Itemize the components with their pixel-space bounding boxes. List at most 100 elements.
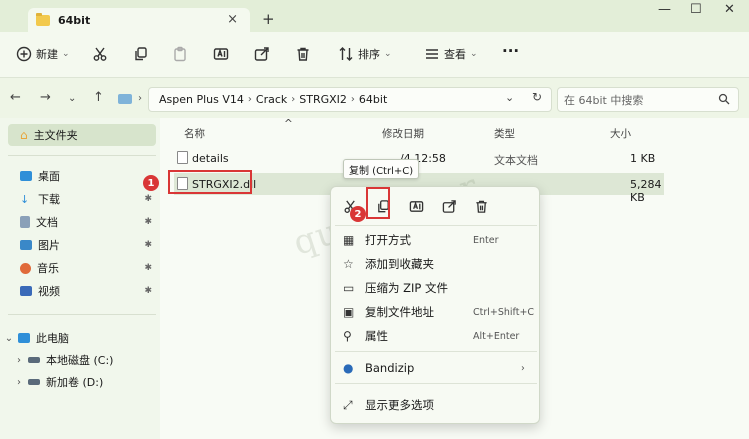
address-bar[interactable]: Aspen Plus V14 › Crack › STRGXI2 › 64bit (148, 87, 552, 112)
column-header-name[interactable]: 名称 (184, 126, 205, 141)
chevron-right-icon: › (291, 94, 296, 105)
copy-button[interactable] (133, 46, 149, 62)
menu-item-bandizip[interactable]: ● Bandizip › (331, 357, 541, 379)
navigation-pane: ⌂ 主文件夹 桌面 ↓ 下载 ✱ 文档 ✱ 图片 ✱ 音乐 ✱ 视频 ✱ ⌄ 此… (0, 118, 160, 439)
crumb-1[interactable]: Crack (256, 93, 287, 106)
tab-title: 64bit (58, 13, 91, 27)
tree-item-this-pc[interactable]: ⌄ 此电脑 (0, 328, 160, 348)
column-header-type[interactable]: 类型 (494, 126, 515, 141)
pin-icon[interactable]: ✱ (144, 263, 152, 273)
zip-icon: ▭ (343, 281, 355, 295)
sidebar-item-videos[interactable]: 视频 ✱ (8, 281, 156, 301)
menu-item-properties[interactable]: ⚲ 属性 Alt+Enter (331, 325, 541, 347)
pin-icon[interactable]: ✱ (144, 194, 152, 204)
file-name: details (192, 152, 229, 165)
share-action[interactable] (442, 199, 457, 217)
pin-icon[interactable]: ✱ (144, 217, 152, 227)
copy-icon (135, 47, 147, 61)
more-button[interactable]: ··· (502, 42, 519, 60)
menu-item-open-with[interactable]: ▦ 打开方式 Enter (331, 229, 541, 251)
rename-button[interactable] (213, 46, 229, 62)
crumb-0[interactable]: Aspen Plus V14 (159, 93, 244, 106)
delete-action[interactable] (474, 199, 489, 217)
title-bar: 64bit × + — ☐ ✕ (0, 0, 749, 32)
folder-nav-icon (118, 94, 132, 104)
paste-button[interactable] (172, 46, 188, 62)
divider (335, 351, 537, 352)
sidebar-item-documents[interactable]: 文档 ✱ (8, 212, 156, 232)
clipboard-icon (174, 46, 186, 62)
sidebar-item-downloads[interactable]: ↓ 下载 ✱ (8, 189, 156, 209)
step-badge-1: 1 (143, 175, 159, 191)
file-size: 1 KB (630, 152, 656, 165)
new-label: 新建 (36, 48, 58, 61)
new-tab-button[interactable]: + (262, 10, 275, 28)
rename-icon (213, 48, 229, 60)
tree-label: 新加卷 (D:) (46, 376, 104, 389)
divider (335, 383, 537, 384)
open-with-icon: ▦ (343, 233, 355, 247)
search-input[interactable]: 在 64bit 中搜索 (557, 87, 739, 112)
sidebar-home-label: 主文件夹 (33, 129, 78, 142)
close-window-icon[interactable]: ✕ (724, 2, 735, 17)
sidebar-item-music[interactable]: 音乐 ✱ (8, 258, 156, 278)
menu-item-label: Bandizip (365, 361, 415, 375)
share-button[interactable] (254, 46, 270, 62)
tree-label: 本地磁盘 (C:) (46, 354, 114, 367)
copy-path-icon: ▣ (343, 305, 355, 319)
forward-icon[interactable]: → (40, 90, 51, 105)
rename-action[interactable] (409, 199, 424, 217)
pin-icon[interactable]: ✱ (144, 286, 152, 296)
more-options-icon: ⤢ (343, 397, 353, 412)
menu-item-label: 属性 (365, 329, 388, 343)
column-header-size[interactable]: 大小 (610, 126, 631, 141)
divider (8, 314, 156, 315)
minimize-icon[interactable]: — (658, 2, 671, 17)
view-list-icon (426, 49, 438, 59)
chevron-right-icon: › (247, 94, 252, 105)
chevron-right-icon: › (350, 94, 355, 105)
menu-item-label: 复制文件地址 (365, 305, 434, 319)
tree-item-drive-c[interactable]: › 本地磁盘 (C:) (0, 350, 160, 370)
up-icon[interactable]: ↑ (93, 90, 104, 105)
recent-chevron-icon[interactable]: ⌄ (68, 93, 76, 104)
drive-icon (28, 357, 40, 363)
view-button[interactable]: 查看 ⌄ (424, 46, 478, 62)
step-badge-2: 2 (350, 206, 366, 222)
menu-item-more-options[interactable]: ⤢ 显示更多选项 (331, 394, 541, 416)
folder-icon (36, 12, 50, 26)
chevron-down-icon[interactable]: ⌄ (0, 333, 18, 344)
sidebar-item-pictures[interactable]: 图片 ✱ (8, 235, 156, 255)
chevron-right-icon: › (138, 93, 142, 104)
delete-button[interactable] (295, 46, 311, 62)
close-tab-button[interactable]: × (227, 12, 238, 27)
refresh-icon[interactable]: ↻ (532, 90, 542, 104)
sidebar-item-label: 下载 (38, 193, 60, 206)
pictures-icon (20, 240, 32, 250)
sidebar-item-home[interactable]: ⌂ 主文件夹 (8, 124, 156, 146)
tab-64bit[interactable]: 64bit × (28, 8, 250, 32)
maximize-icon[interactable]: ☐ (690, 2, 702, 17)
back-icon[interactable]: ← (10, 90, 21, 105)
chevron-right-icon[interactable]: › (10, 377, 28, 388)
menu-item-add-favorite[interactable]: ☆ 添加到收藏夹 (331, 253, 541, 275)
search-icon (718, 93, 730, 105)
menu-item-zip[interactable]: ▭ 压缩为 ZIP 文件 (331, 277, 541, 299)
video-icon (20, 286, 32, 296)
chevron-right-icon[interactable]: › (10, 355, 28, 366)
tree-item-drive-d[interactable]: › 新加卷 (D:) (0, 372, 160, 392)
crumb-2[interactable]: STRGXI2 (299, 93, 347, 106)
new-button[interactable]: 新建 ⌄ (16, 46, 70, 62)
divider (335, 225, 537, 226)
menu-item-copy-path[interactable]: ▣ 复制文件地址 Ctrl+Shift+C (331, 301, 541, 323)
cut-button[interactable] (92, 46, 108, 62)
sort-button[interactable]: 排序 ⌄ (338, 46, 392, 62)
sidebar-item-desktop[interactable]: 桌面 (8, 166, 156, 186)
column-header-date[interactable]: 修改日期 (382, 126, 424, 141)
tree-label: 此电脑 (36, 332, 69, 345)
pin-icon[interactable]: ✱ (144, 240, 152, 250)
chevron-down-icon: ⌄ (62, 49, 70, 59)
desktop-icon (20, 171, 32, 181)
address-dropdown-icon[interactable]: ⌄ (505, 91, 514, 104)
crumb-3[interactable]: 64bit (359, 93, 387, 106)
